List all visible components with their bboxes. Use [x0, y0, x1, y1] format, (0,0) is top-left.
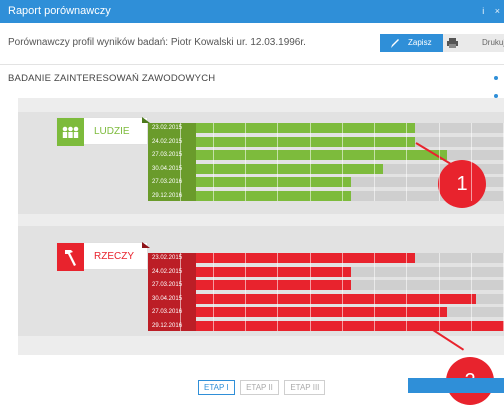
grid-line — [244, 253, 246, 331]
result-date: 23.02.2015 — [152, 255, 183, 261]
grid-line — [244, 123, 246, 201]
result-row: 23.02.2015 — [148, 123, 504, 133]
result-date: 27.03.2015 — [152, 282, 183, 288]
grid-line — [471, 253, 472, 331]
tab-etap-1[interactable]: ETAP I — [198, 380, 235, 395]
grid-line — [471, 123, 472, 201]
tab-etap-3[interactable]: ETAP III — [284, 380, 326, 395]
grid-line — [341, 123, 343, 201]
result-date: 29.12.2016 — [152, 322, 183, 329]
grid-line — [438, 123, 440, 201]
title-bar: Raport porównawczy i × — [0, 0, 504, 23]
result-date: 29.12.2016 — [152, 192, 183, 199]
category-ludzie: LUDZIE — [56, 117, 148, 146]
grid-line — [212, 123, 214, 201]
chart-rzeczy: 23.02.2015 24.02.2015 27.03.2015 30.04.2015… — [148, 253, 504, 331]
grid-line — [406, 123, 408, 201]
grid-line — [277, 123, 279, 201]
grid-line — [374, 123, 376, 201]
tab-etap-2[interactable]: ETAP II — [240, 380, 279, 395]
report-subtitle: Porównawczy profil wyników badań: Piotr … — [8, 37, 306, 48]
category-label: RZECZY — [94, 251, 134, 262]
grid-line — [374, 253, 376, 331]
result-row: 27.03.2015 — [148, 280, 504, 290]
print-label: Drukuj — [482, 38, 504, 47]
save-label: Zapisz — [408, 38, 432, 47]
date-column — [148, 253, 196, 331]
printer-icon — [447, 38, 458, 48]
grid-line — [309, 253, 311, 331]
result-row: 24.02.2015 — [148, 136, 504, 147]
category-rzeczy: RZECZY — [56, 242, 148, 271]
grid-line — [180, 123, 182, 201]
result-bar — [148, 293, 476, 304]
result-date: 24.02.2015 — [152, 138, 183, 145]
result-date: 24.02.2015 — [152, 268, 183, 275]
print-button[interactable]: Drukuj — [443, 34, 504, 52]
flag-rzeczy — [142, 242, 150, 248]
save-button[interactable]: Zapisz — [380, 34, 443, 52]
window-title: Raport porównawczy — [8, 5, 111, 17]
result-row: 30.04.2015 — [148, 293, 504, 304]
date-column — [148, 123, 196, 201]
category-label: LUDZIE — [94, 126, 130, 137]
result-date: 27.03.2016 — [152, 179, 183, 185]
section-title: BADANIE ZAINTERESOWAŃ ZAWODOWYCH — [8, 73, 216, 84]
people-icon — [57, 118, 84, 146]
grid-line — [180, 253, 182, 331]
result-date: 30.04.2015 — [152, 165, 183, 172]
stage-tabs: ETAP I ETAP II ETAP III — [198, 377, 326, 395]
grid-line — [212, 253, 214, 331]
callout-1: 1 — [438, 160, 486, 208]
grid-line — [341, 253, 343, 331]
pencil-icon — [391, 39, 399, 48]
grid-line — [277, 253, 279, 331]
hammer-icon — [57, 243, 84, 271]
bottom-action-button[interactable] — [408, 378, 504, 393]
grid-line — [438, 253, 440, 331]
result-row: 24.02.2015 — [148, 266, 504, 277]
toolbar: Porównawczy profil wyników badań: Piotr … — [0, 23, 504, 65]
result-row: 27.03.2015 — [148, 150, 504, 160]
result-date: 30.04.2015 — [152, 295, 183, 302]
result-date: 27.03.2016 — [152, 309, 183, 315]
result-row: 23.02.2015 — [148, 253, 504, 263]
grid-line — [309, 123, 311, 201]
result-date: 23.02.2015 — [152, 125, 183, 131]
grid-line — [406, 253, 408, 331]
window-controls[interactable]: i × — [482, 0, 504, 23]
result-date: 27.03.2015 — [152, 152, 183, 158]
result-row: 27.03.2016 — [148, 307, 504, 317]
result-row: 29.12.2016 — [148, 320, 504, 331]
result-bar — [148, 320, 504, 331]
